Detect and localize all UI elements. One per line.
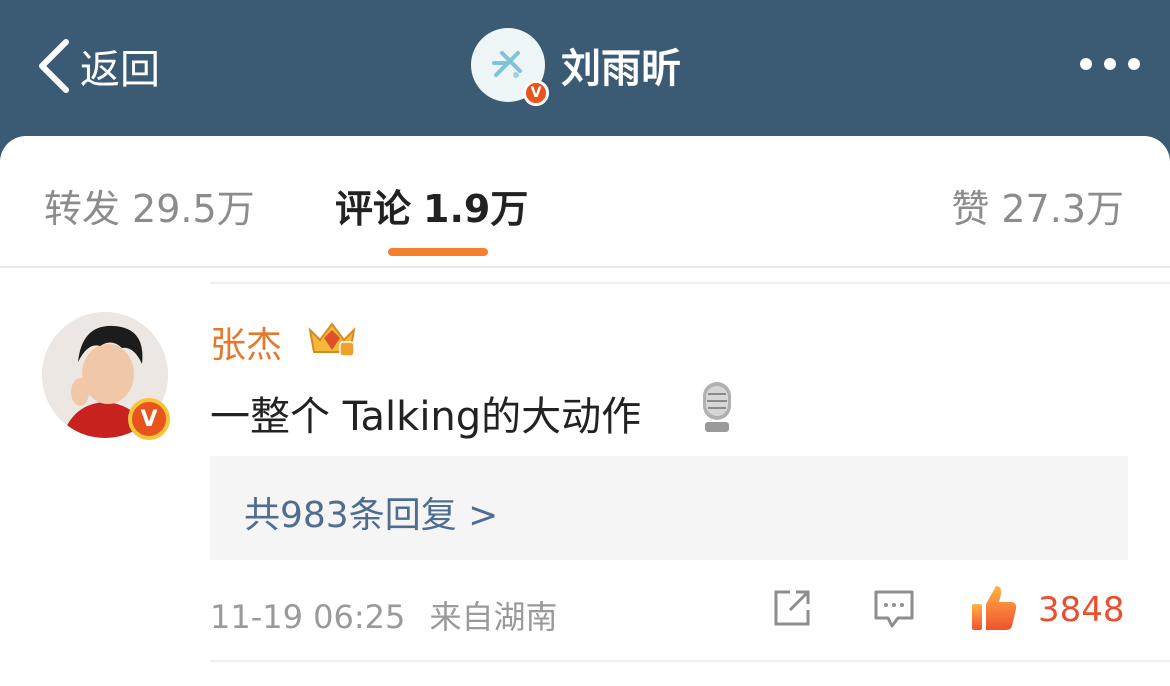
comment-author[interactable]: 张杰 [210,316,282,368]
divider [0,266,1170,268]
tab-count: 1.9万 [423,187,529,231]
avatar[interactable]: V [471,28,549,106]
location: 来自湖南 [429,598,558,636]
share-icon[interactable] [770,586,814,630]
tab-count: 29.5万 [132,187,255,231]
tab-comments[interactable]: 评论 1.9万 [335,178,528,233]
like-count: 3848 [1038,590,1125,630]
mic-icon [703,382,731,432]
tab-reposts[interactable]: 转发 29.5万 [44,178,255,233]
comments-card: 转发 29.5万 评论 1.9万 赞 27.3万 V 张杰 一整个 Talking的大… [0,136,1170,686]
replies-link: 共983条回复 > [244,495,499,536]
more-dot [1104,58,1116,70]
comment-avatar[interactable]: V [42,312,170,440]
thumbs-up-icon[interactable] [968,582,1020,634]
tab-label: 赞 [951,187,990,231]
verified-badge: V [523,80,549,106]
comment-meta: 11-19 06:25 来自湖南 [210,592,558,638]
tab-likes[interactable]: 赞 27.3万 [951,178,1124,233]
comment-text: 一整个 Talking的大动作 [210,394,642,440]
timestamp: 11-19 06:25 [210,598,406,636]
tab-label: 转发 [44,187,121,231]
profile-title[interactable]: V 刘雨昕 [471,28,681,106]
crown-badge-icon [308,322,356,357]
back-label: 返回 [80,47,160,93]
chevron-left-icon [39,39,69,93]
logo-icon [492,51,522,78]
comment-icon[interactable] [872,586,916,630]
divider [210,660,1170,662]
more-dot [1080,58,1092,70]
tab-count: 27.3万 [1001,187,1124,231]
divider [210,282,1170,284]
tab-bar: 转发 29.5万 评论 1.9万 赞 27.3万 [0,136,1170,266]
more-dot [1128,58,1140,70]
more-icon[interactable] [1080,58,1140,70]
back-button[interactable]: 返回 [34,36,160,96]
verified-badge: V [128,398,170,440]
tab-label: 评论 [335,187,412,231]
active-tab-indicator [388,248,488,256]
replies-expander[interactable]: 共983条回复 > [210,456,1128,560]
page-title: 刘雨昕 [561,46,681,92]
